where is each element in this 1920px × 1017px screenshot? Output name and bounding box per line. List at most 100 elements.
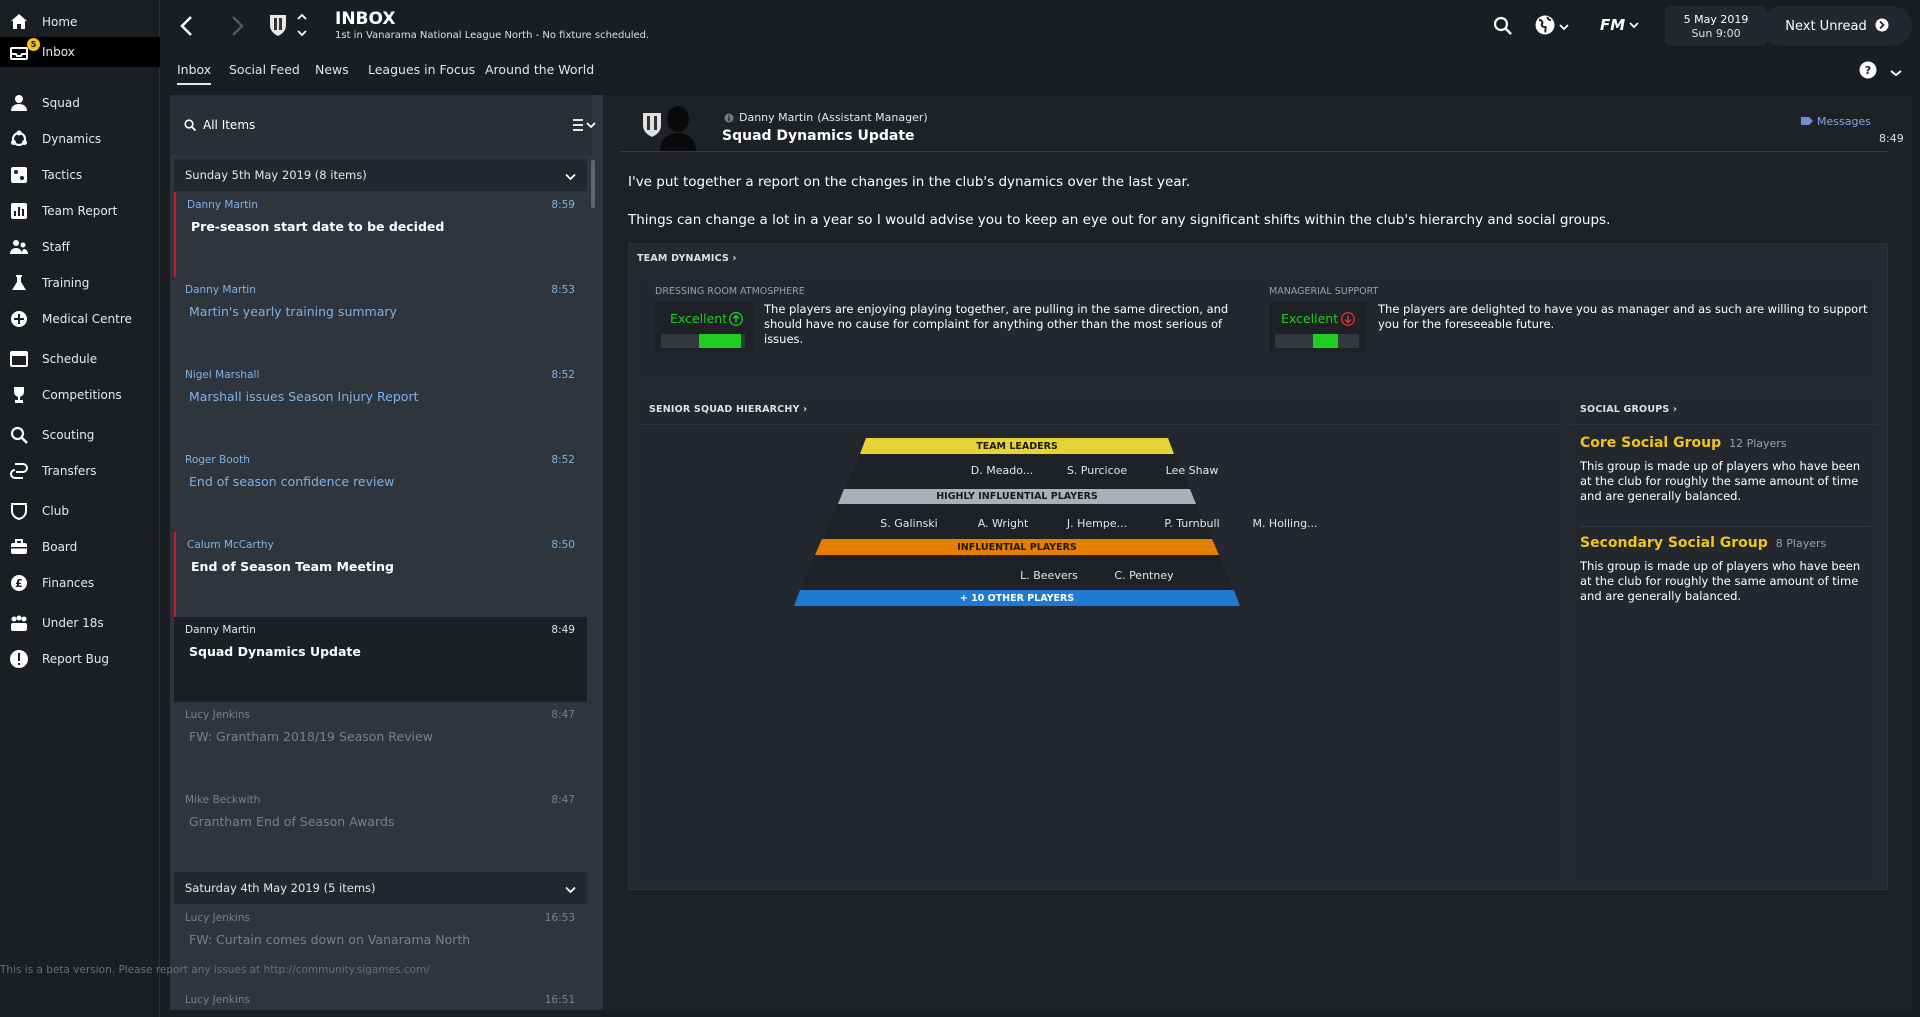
- tab-news[interactable]: News: [315, 62, 349, 77]
- message-item[interactable]: Lucy Jenkins 16:53 FW: Curtain comes dow…: [174, 905, 587, 990]
- sidebar-item-medical[interactable]: Medical Centre: [0, 304, 160, 334]
- page-title: INBOX: [335, 9, 396, 29]
- support-description: The players are delighted to have you as…: [1378, 302, 1868, 331]
- chevron-down-icon[interactable]: [1890, 66, 1902, 80]
- sidebar-item-home[interactable]: Home: [0, 7, 160, 37]
- back-icon[interactable]: [179, 15, 195, 40]
- message-item[interactable]: Roger Booth 8:52 End of season confidenc…: [174, 447, 587, 532]
- other-players-band[interactable]: + 10 OTHER PLAYERS: [800, 590, 1234, 606]
- social-groups-title[interactable]: SOCIAL GROUPS ›: [1580, 404, 1677, 415]
- team-dynamics-title[interactable]: TEAM DYNAMICS ›: [637, 253, 737, 264]
- messages-link[interactable]: Messages: [1801, 114, 1871, 128]
- player-name[interactable]: Lee Shaw: [1147, 464, 1237, 477]
- date-group-header[interactable]: Saturday 4th May 2019 (5 items): [174, 872, 587, 904]
- tab-bar: Inbox Social Feed News Leagues in Focus …: [160, 52, 1920, 92]
- forward-icon[interactable]: [229, 15, 245, 40]
- message-sender: Lucy Jenkins: [185, 994, 250, 1006]
- tab-around-the-world[interactable]: Around the World: [485, 62, 594, 77]
- tab-leagues-in-focus[interactable]: Leagues in Focus: [368, 62, 475, 77]
- sidebar-item-label: Squad: [42, 96, 80, 110]
- list-options-icon[interactable]: [572, 118, 598, 135]
- medical-icon: [9, 309, 29, 329]
- message-item[interactable]: Danny Martin 8:59 Pre-season start date …: [174, 192, 587, 277]
- social-groups-panel: SOCIAL GROUPS › Core Social Group 12 Pla…: [1570, 394, 1879, 882]
- player-name[interactable]: S. Galinski: [864, 517, 954, 530]
- player-name[interactable]: J. Hempe...: [1052, 517, 1142, 530]
- sidebar-item-board[interactable]: Board: [0, 532, 160, 562]
- message-item[interactable]: Lucy Jenkins 8:47 FW: Grantham 2018/19 S…: [174, 702, 587, 787]
- sidebar-item-club[interactable]: Club: [0, 496, 160, 526]
- list-scrollbar[interactable]: [591, 160, 595, 208]
- social-group-count: 12 Players: [1729, 437, 1787, 450]
- sidebar-item-team-report[interactable]: Team Report: [0, 196, 160, 226]
- support-level-bar: [1275, 334, 1359, 348]
- sidebar-item-report-bug[interactable]: Report Bug: [0, 644, 160, 674]
- message-sender: Danny Martin: [187, 199, 258, 211]
- sidebar-item-label: Board: [42, 540, 78, 554]
- page-subtitle: 1st in Vanarama National League North - …: [335, 30, 650, 41]
- message-time: 8:59: [551, 199, 575, 211]
- social-group-description: This group is made up of players who hav…: [1580, 459, 1861, 503]
- sidebar-item-scouting[interactable]: Scouting: [0, 420, 160, 450]
- sidebar-item-inbox[interactable]: 5 Inbox: [0, 37, 160, 67]
- senior-squad-hierarchy-panel: SENIOR SQUAD HIERARCHY › TEAM LEADERS D.…: [639, 394, 1560, 882]
- message-item[interactable]: Nigel Marshall 8:52 Marshall issues Seas…: [174, 362, 587, 447]
- club-badge-icon[interactable]: [268, 13, 288, 40]
- sender-name[interactable]: Danny Martin: [739, 111, 813, 124]
- message-sender: Mike Beckwith: [185, 794, 261, 806]
- social-group-header[interactable]: Core Social Group 12 Players: [1580, 435, 1787, 451]
- message-item-selected[interactable]: Danny Martin 8:49 Squad Dynamics Update: [174, 617, 587, 702]
- message-item[interactable]: Lucy Jenkins 16:51: [174, 990, 587, 1010]
- filter-label[interactable]: All Items: [203, 118, 255, 132]
- world-menu-button[interactable]: [1534, 14, 1569, 39]
- sidebar-item-squad[interactable]: Squad: [0, 88, 160, 118]
- top-bar: INBOX 1st in Vanarama National League No…: [160, 0, 1920, 52]
- sidebar-item-label: Transfers: [42, 464, 97, 478]
- date-box[interactable]: 5 May 2019 Sun 9:00: [1665, 6, 1767, 46]
- sidebar-item-label: Scouting: [42, 428, 95, 442]
- beta-notice: This is a beta version. Please report an…: [0, 964, 430, 976]
- date-group-header[interactable]: Sunday 5th May 2019 (8 items): [174, 159, 587, 191]
- message-sender: Lucy Jenkins: [185, 912, 250, 924]
- atmosphere-rating: Excellent: [670, 311, 728, 326]
- sidebar-item-dynamics[interactable]: Dynamics: [0, 124, 160, 154]
- home-icon: [9, 12, 29, 32]
- sidebar-item-transfers[interactable]: Transfers: [0, 456, 160, 486]
- next-unread-button[interactable]: Next Unread: [1762, 6, 1912, 46]
- info-icon[interactable]: [724, 112, 734, 126]
- message-item[interactable]: Calum McCarthy 8:50 End of Season Team M…: [174, 532, 587, 617]
- player-name[interactable]: L. Beevers: [1004, 569, 1094, 582]
- social-group-header[interactable]: Secondary Social Group 8 Players: [1580, 535, 1826, 551]
- tab-inbox[interactable]: Inbox: [177, 62, 212, 85]
- player-name[interactable]: S. Purcicoe: [1052, 464, 1142, 477]
- sidebar-item-schedule[interactable]: Schedule: [0, 344, 160, 374]
- chevron-down-icon: [565, 170, 576, 184]
- player-name[interactable]: M. Holling...: [1240, 517, 1330, 530]
- message-title: Squad Dynamics Update: [722, 128, 915, 144]
- message-item[interactable]: Mike Beckwith 8:47 Grantham End of Seaso…: [174, 787, 587, 872]
- search-icon[interactable]: [1493, 16, 1513, 39]
- player-name[interactable]: A. Wright: [958, 517, 1048, 530]
- player-name[interactable]: D. Meado...: [957, 464, 1047, 477]
- sidebar-item-label: Finances: [42, 576, 95, 590]
- sidebar-item-under18s[interactable]: Under 18s: [0, 608, 160, 638]
- player-name[interactable]: C. Pentney: [1099, 569, 1189, 582]
- sidebar-item-tactics[interactable]: Tactics: [0, 160, 160, 190]
- message-item[interactable]: Danny Martin 8:53 Martin's yearly traini…: [174, 277, 587, 362]
- chevron-up-down-icon[interactable]: [297, 12, 307, 41]
- sidebar-item-staff[interactable]: Staff: [0, 232, 160, 262]
- fm-logo: FM: [1600, 16, 1626, 34]
- sidebar-item-training[interactable]: Training: [0, 268, 160, 298]
- sidebar-item-finances[interactable]: £ Finances: [0, 568, 160, 598]
- message-subject: FW: Grantham 2018/19 Season Review: [189, 729, 433, 744]
- help-icon[interactable]: ?: [1859, 61, 1877, 82]
- under18-icon: [9, 613, 29, 633]
- fm-menu-button[interactable]: FM: [1600, 16, 1639, 34]
- arrow-right-circle-icon: [1875, 18, 1889, 35]
- tab-social-feed[interactable]: Social Feed: [229, 62, 300, 77]
- sidebar-item-competitions[interactable]: Competitions: [0, 380, 160, 410]
- message-sender: Lucy Jenkins: [185, 709, 250, 721]
- player-name[interactable]: P. Turnbull: [1147, 517, 1237, 530]
- team-report-icon: [9, 201, 29, 221]
- message-time: 8:47: [551, 794, 575, 806]
